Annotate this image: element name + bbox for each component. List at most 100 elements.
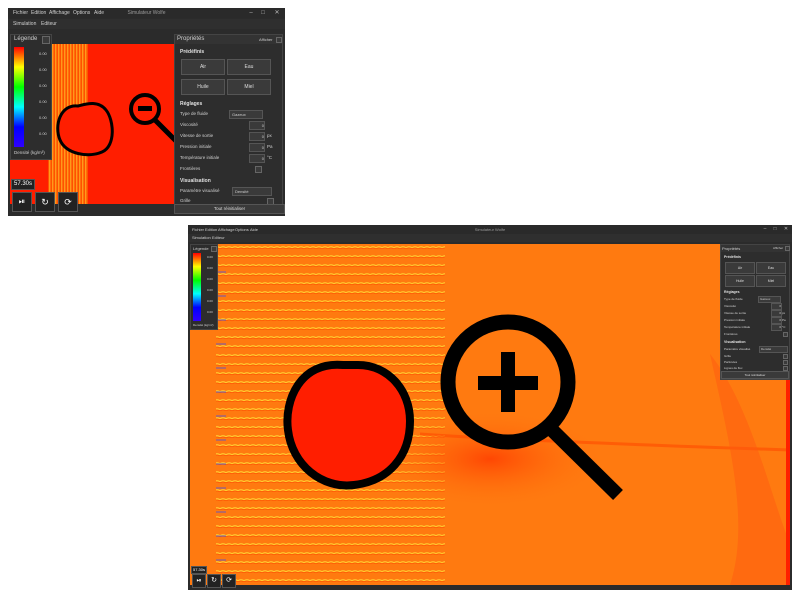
step-button[interactable]: ↻ [207, 574, 221, 588]
fluid-type-label: Type de fluide [180, 111, 209, 116]
param-select[interactable]: Densité [759, 346, 788, 353]
preset-eau-button[interactable]: Eau [227, 59, 271, 75]
obstacle-circle [283, 360, 415, 490]
legend-tick: 0.00 [207, 299, 213, 303]
show-label: Afficher [259, 37, 273, 42]
fluid-type-select[interactable]: Gazeux [758, 296, 781, 303]
exit-speed-input[interactable]: 0 [249, 132, 265, 141]
exit-speed-label: Vitesse de sortie [724, 311, 747, 315]
viscosity-input[interactable]: 0 [771, 303, 782, 310]
legend-tick: 0.00 [39, 83, 47, 88]
legend-toggle-icon[interactable] [211, 246, 217, 252]
legend-tick: 0.00 [207, 266, 213, 270]
initial-pressure-label: Pression initiale [724, 318, 746, 322]
initial-temp-input[interactable]: 0 [771, 324, 782, 331]
legend-tick: 0.00 [39, 67, 47, 72]
borders-label: Frontières [724, 332, 738, 336]
viscosity-label: Viscosité [180, 122, 198, 127]
initial-temp-label: Température initiale [180, 155, 220, 160]
legend-tick: 0.00 [207, 277, 213, 281]
reset-simulation-button[interactable]: ⟳ [222, 574, 236, 588]
zoom-in-magnifier-icon [440, 314, 623, 500]
time-display: 57.30s [191, 566, 208, 574]
exit-speed-unit: px [782, 311, 786, 315]
zoom-out-magnifier-icon [129, 93, 182, 147]
initial-temp-label: Température initiale [724, 325, 751, 329]
properties-title: Propriétés [177, 36, 205, 42]
legend-panel: Légende 0.00 0.00 0.00 0.00 0.00 0.00 De… [10, 34, 52, 160]
show-checkbox[interactable] [785, 246, 790, 251]
viscosity-input[interactable]: 0 [249, 121, 265, 130]
borders-checkbox[interactable] [783, 332, 788, 337]
preset-huile-button[interactable]: Huile [725, 275, 755, 287]
preset-huile-button[interactable]: Huile [181, 79, 225, 95]
legend-unit: Densité (kg/m³) [14, 150, 45, 155]
annotation-overlay [283, 314, 623, 500]
fluid-type-select[interactable]: Gazeux [229, 110, 263, 119]
legend-panel: Légende 0.00 0.00 0.00 0.00 0.00 0.00 De… [190, 244, 218, 330]
obstacle-circle [56, 102, 114, 157]
legend-tick: 0.00 [207, 255, 213, 259]
legend-tick: 0.00 [207, 310, 213, 314]
large-app-window: Simulateur Wolfe – □ ✕ Fichier Edition A… [188, 225, 792, 590]
exit-speed-unit: px [267, 133, 272, 138]
properties-panel: Propriétés Afficher Prédéfinis Air Eau H… [174, 34, 283, 214]
preset-miel-button[interactable]: Miel [756, 275, 786, 287]
settings-title: Réglages [180, 101, 203, 107]
viscosity-label: Viscosité [724, 304, 736, 308]
grid-label: Grille [724, 354, 732, 358]
preset-eau-button[interactable]: Eau [756, 262, 786, 274]
initial-temp-unit: °C [267, 155, 273, 160]
exit-speed-label: Vitesse de sortie [180, 133, 214, 138]
grid-checkbox[interactable] [783, 354, 788, 359]
settings-title: Réglages [724, 290, 740, 294]
param-label: Paramètre visualisé [180, 188, 220, 193]
initial-temp-input[interactable]: 0 [249, 154, 265, 163]
reset-all-button[interactable]: Tout réinitialiser [721, 371, 789, 379]
particles-label: Particules [724, 360, 738, 364]
play-pause-button[interactable]: ⏯ [12, 192, 32, 212]
grid-label: Grille [180, 198, 191, 203]
step-button[interactable]: ↻ [35, 192, 55, 212]
properties-title: Propriétés [722, 246, 741, 251]
preset-air-button[interactable]: Air [181, 59, 225, 75]
reset-simulation-button[interactable]: ⟳ [58, 192, 78, 212]
legend-title: Légende [193, 246, 209, 251]
legend-color-bar [193, 253, 201, 321]
fluid-type-label: Type de fluide [724, 297, 743, 301]
streamlines-label: Lignes de flux [724, 366, 743, 370]
show-label: Afficher [773, 246, 784, 250]
legend-tick: 0.00 [39, 51, 47, 56]
particles-checkbox[interactable] [783, 360, 788, 365]
legend-tick: 0.00 [39, 131, 47, 136]
preset-air-button[interactable]: Air [725, 262, 755, 274]
borders-checkbox[interactable] [255, 166, 262, 173]
legend-title: Légende [14, 36, 38, 42]
legend-tick: 0.00 [207, 288, 213, 292]
initial-pressure-input[interactable]: 0 [771, 317, 782, 324]
presets-title: Prédéfinis [180, 49, 205, 55]
presets-title: Prédéfinis [724, 255, 741, 259]
borders-label: Frontières [180, 166, 201, 171]
reset-all-button[interactable]: Tout réinitialiser [174, 204, 285, 214]
exit-speed-input[interactable]: 0 [771, 310, 782, 317]
initial-pressure-unit: Pa [267, 144, 273, 149]
legend-tick: 0.00 [39, 99, 47, 104]
param-select[interactable]: Densité [232, 187, 272, 196]
visualisation-title: Visualisation [180, 178, 211, 184]
small-app-window: Simulateur Wolfe – □ ✕ Fichier Edition A… [8, 8, 285, 216]
initial-pressure-unit: Pa [782, 318, 786, 322]
legend-toggle-icon[interactable] [42, 36, 50, 44]
visualisation-title: Visualisation [724, 340, 746, 344]
show-checkbox[interactable] [276, 37, 282, 43]
param-label: Paramètre visualisé [724, 347, 751, 351]
initial-pressure-label: Pression initiale [180, 144, 212, 149]
preset-miel-button[interactable]: Miel [227, 79, 271, 95]
initial-pressure-input[interactable]: 0 [249, 143, 265, 152]
legend-tick: 0.00 [39, 115, 47, 120]
initial-temp-unit: °C [782, 325, 786, 329]
legend-color-bar [14, 47, 24, 147]
properties-panel: Propriétés Afficher Prédéfinis Air Eau H… [720, 244, 790, 380]
time-display: 57.30s [11, 179, 36, 190]
play-pause-button[interactable]: ⏯ [192, 574, 206, 588]
